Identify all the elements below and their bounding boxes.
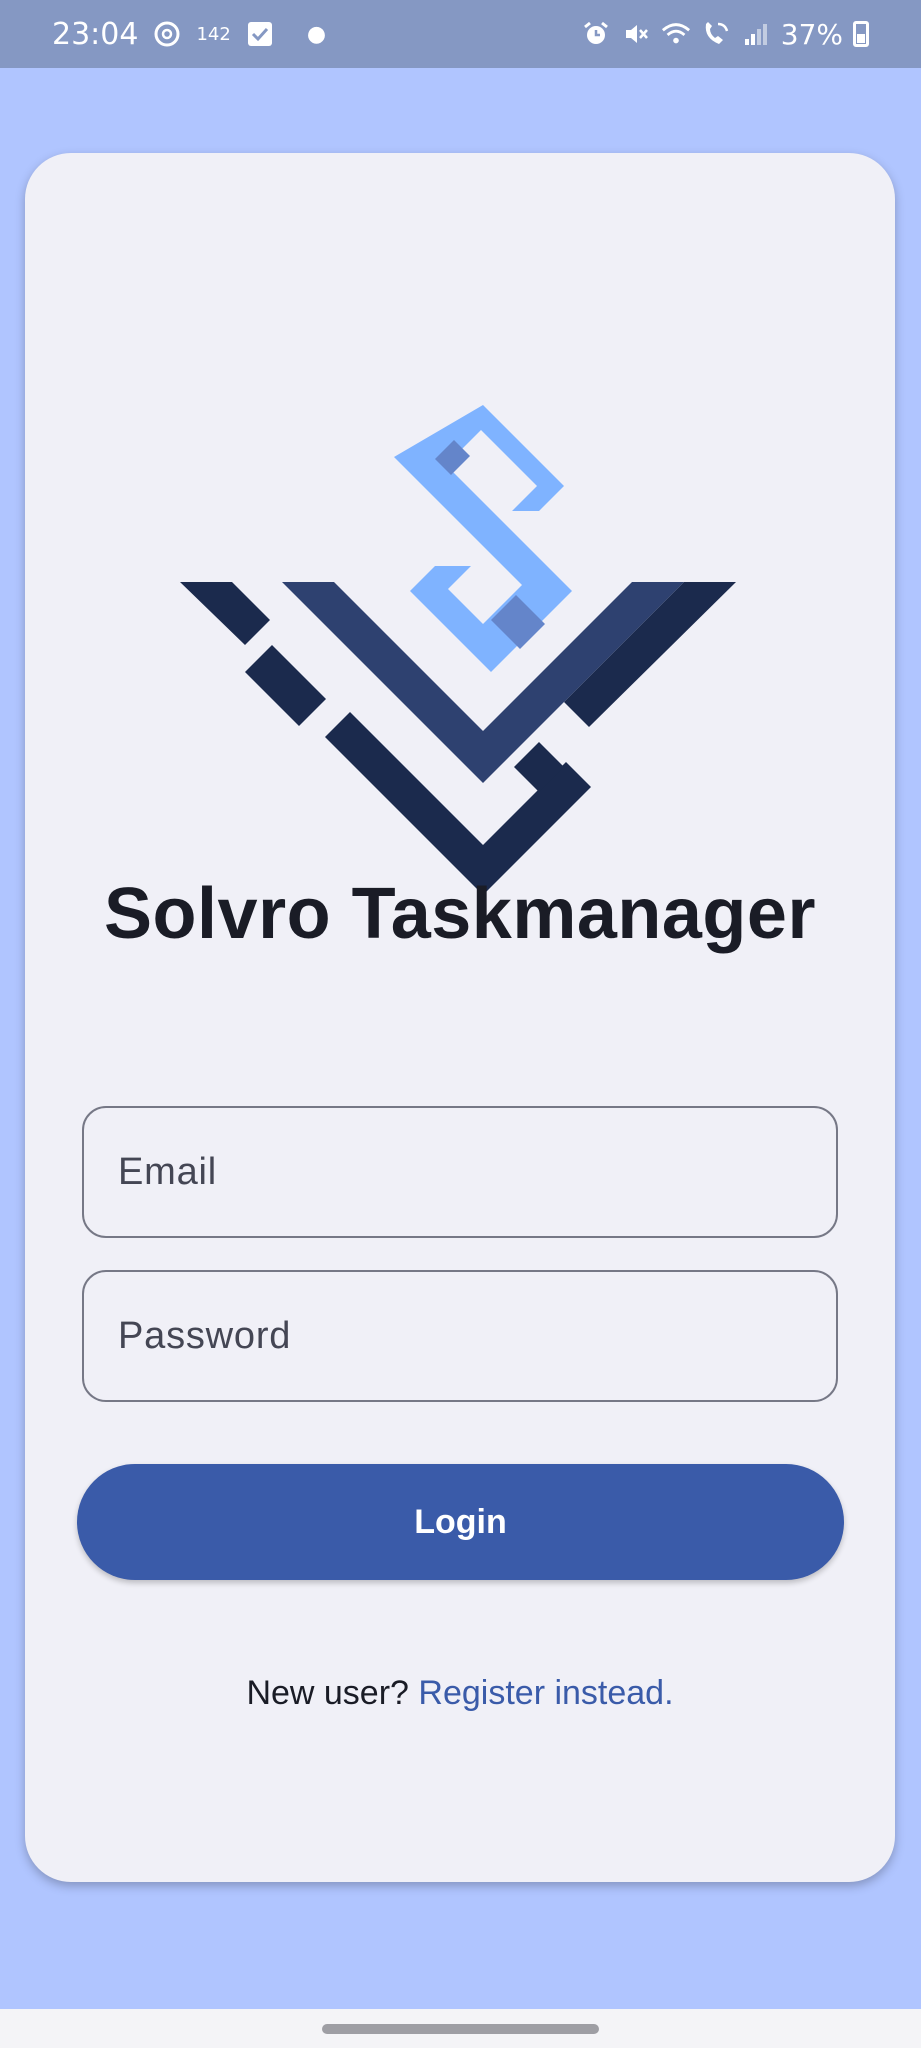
logo-stroke xyxy=(394,405,572,672)
battery-percent: 37% xyxy=(780,17,843,51)
alarm-icon xyxy=(581,19,611,49)
status-bar: 23:04 142 ● 37% xyxy=(0,0,921,68)
status-right: 37% xyxy=(581,18,869,51)
login-card: Solvro Taskmanager Login New user? Regis… xyxy=(25,153,895,1882)
threads-icon xyxy=(152,19,182,49)
password-input[interactable] xyxy=(118,1314,802,1358)
register-line: New user? Register instead. xyxy=(25,1674,895,1713)
signal-icon xyxy=(741,19,771,49)
register-prompt: New user? xyxy=(246,1674,409,1712)
solvro-logo xyxy=(180,405,736,895)
app-title: Solvro Taskmanager xyxy=(104,874,816,954)
wifi-icon xyxy=(661,19,691,49)
dot-icon: ● xyxy=(306,21,327,47)
register-link[interactable]: Register instead. xyxy=(418,1674,673,1712)
email-field[interactable] xyxy=(82,1106,838,1238)
notification-count: 142 xyxy=(196,23,231,45)
gesture-handle[interactable] xyxy=(322,2024,599,2034)
logo-stroke xyxy=(245,645,326,726)
navigation-bar xyxy=(0,2009,921,2048)
wifi-call-icon xyxy=(701,19,731,49)
mute-icon xyxy=(621,19,651,49)
email-input[interactable] xyxy=(118,1150,802,1194)
status-time: 23:04 xyxy=(52,16,139,52)
status-left: 23:04 142 ● xyxy=(52,17,326,52)
login-button[interactable]: Login xyxy=(77,1464,844,1580)
battery-icon xyxy=(853,21,869,47)
password-field[interactable] xyxy=(82,1270,838,1402)
task-check-icon xyxy=(245,19,275,49)
logo-stroke xyxy=(180,582,270,645)
